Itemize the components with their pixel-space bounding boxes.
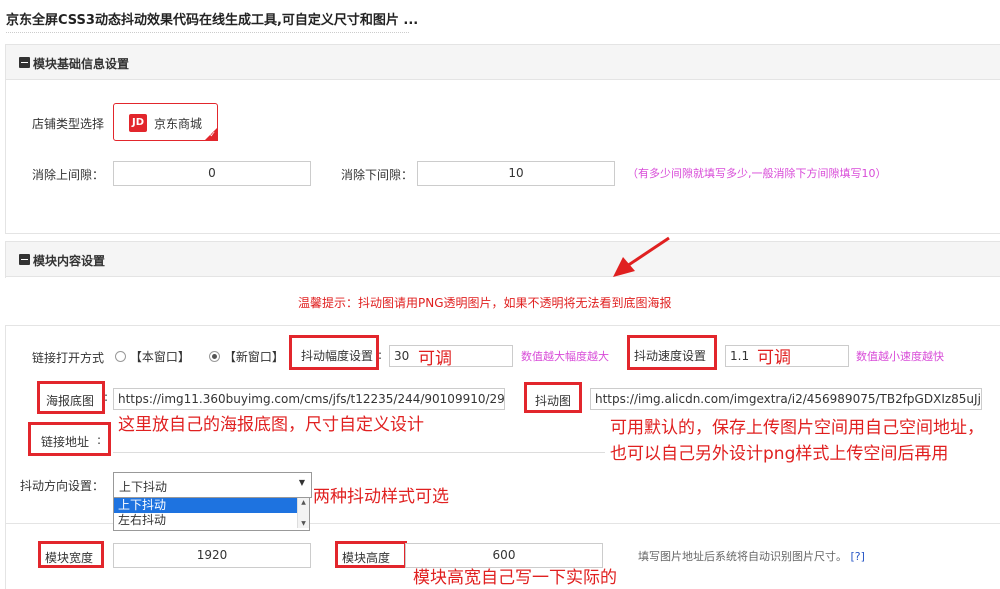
radio-current-label: 【本窗口】 [129,350,190,364]
content-settings-title: 模块内容设置 [33,254,106,268]
radio-new-label: 【新窗口】 [223,350,284,364]
dropdown-scrollbar[interactable]: ▲ ▼ [297,498,309,528]
radio-current-window[interactable]: 【本窗口】 [115,348,190,365]
content-divider [5,325,1000,326]
width-label: 模块宽度 [45,551,94,565]
title-divider [6,32,409,33]
direction-label: 抖动方向设置： [20,479,105,493]
basic-settings-header[interactable]: 模块基础信息设置 [6,45,1000,80]
content-settings-header[interactable]: 模块内容设置 [6,242,1000,277]
shake-annotation: 可用默认的，保存上传图片空间用自己空间地址，也可以自己另外设计png样式上传空间… [610,418,984,464]
collapse-icon[interactable] [19,57,30,68]
arrow-annotation-icon [613,236,670,277]
shop-type-label: 店铺类型选择 [32,117,105,131]
help-link[interactable]: [?] [851,550,865,563]
height-highlight: 模块高度 [335,541,407,568]
height-label: 模块高度 [342,551,391,565]
radio-current-icon[interactable] [115,351,126,362]
size-annotation: 模块高宽自己写一下实际的 [413,568,617,588]
margin-tip: （有多少间隙就填写多少,一般消除下方间隙填写10） [627,167,887,180]
speed-label: 抖动速度设置 [634,349,707,363]
jd-logo-icon: JD [129,114,147,132]
shake-image-url-input[interactable]: https://img.alicdn.com/imgextra/i2/45698… [590,388,982,410]
link-url-input[interactable] [113,430,605,453]
size-tip-row: 填写图片地址后系统将自动识别图片尺寸。 [?] [638,548,865,564]
collapse-icon-2[interactable] [19,254,30,265]
poster-colon: : [104,390,109,404]
check-icon: ✓ [209,130,216,139]
width-highlight: 模块宽度 [38,541,104,568]
margin-top-input[interactable]: 0 [113,161,311,186]
poster-highlight: 海报底图 [37,381,105,414]
link-label: 链接地址 [41,435,90,449]
direction-annotation: 两种抖动样式可选 [313,487,449,507]
page-title: 京东全屏CSS3动态抖动效果代码在线生成工具,可自定义尺寸和图片 ... [6,13,419,28]
margin-top-label: 消除上间隙： [32,168,105,182]
amplitude-label: 抖动幅度设置 [301,349,374,363]
scroll-down-icon[interactable]: ▼ [298,519,309,528]
size-tip: 填写图片地址后系统将自动识别图片尺寸。 [638,550,847,563]
direction-option-vertical[interactable]: 上下抖动 [114,498,309,513]
content-left-border [5,325,6,589]
poster-url-input[interactable]: https://img11.360buyimg.com/cms/jfs/t122… [113,388,505,410]
speed-tip: 数值越小速度越快 [856,350,944,363]
direction-option-horizontal[interactable]: 左右抖动 [114,513,309,528]
page: 京东全屏CSS3动态抖动效果代码在线生成工具,可自定义尺寸和图片 ... 模块基… [0,0,1000,589]
margin-bottom-label: 消除下间隙： [341,168,414,182]
shop-option-jd[interactable]: JD 京东商城 ✓ [113,103,218,141]
radio-new-window[interactable]: 【新窗口】 [209,348,284,365]
link-open-label: 链接打开方式 [32,351,105,365]
link-colon: : [97,433,102,447]
png-warning: 温馨提示：抖动图请用PNG透明图片，如果不透明将无法看到底图海报 [298,296,672,310]
width-input[interactable]: 1920 [113,543,311,568]
direction-selected: 上下抖动 [119,480,168,494]
direction-dropdown: 上下抖动 左右抖动 ▲ ▼ [113,497,310,531]
content-settings-panel: 模块内容设置 [5,241,1000,278]
amplitude-highlight: 抖动幅度设置 [289,335,379,370]
shake-image-highlight: 抖动图 [524,382,582,413]
amplitude-tip: 数值越大幅度越大 [521,350,609,363]
amplitude-colon: : [378,348,383,362]
speed-annotation: 可调 [757,348,791,368]
poster-label: 海报底图 [46,394,95,408]
speed-highlight: 抖动速度设置 [627,335,717,370]
scroll-up-icon[interactable]: ▲ [298,498,309,507]
radio-new-icon[interactable] [209,351,220,362]
basic-settings-title: 模块基础信息设置 [33,57,130,71]
shop-option-label: 京东商城 [154,117,203,131]
amplitude-annotation: 可调 [418,349,452,369]
shake-image-label: 抖动图 [535,394,572,408]
chevron-down-icon[interactable]: ▼ [299,478,305,487]
direction-select[interactable]: 上下抖动 ▼ [113,472,312,498]
link-highlight: 链接地址 : [28,422,111,456]
margin-bottom-input[interactable]: 10 [417,161,615,186]
